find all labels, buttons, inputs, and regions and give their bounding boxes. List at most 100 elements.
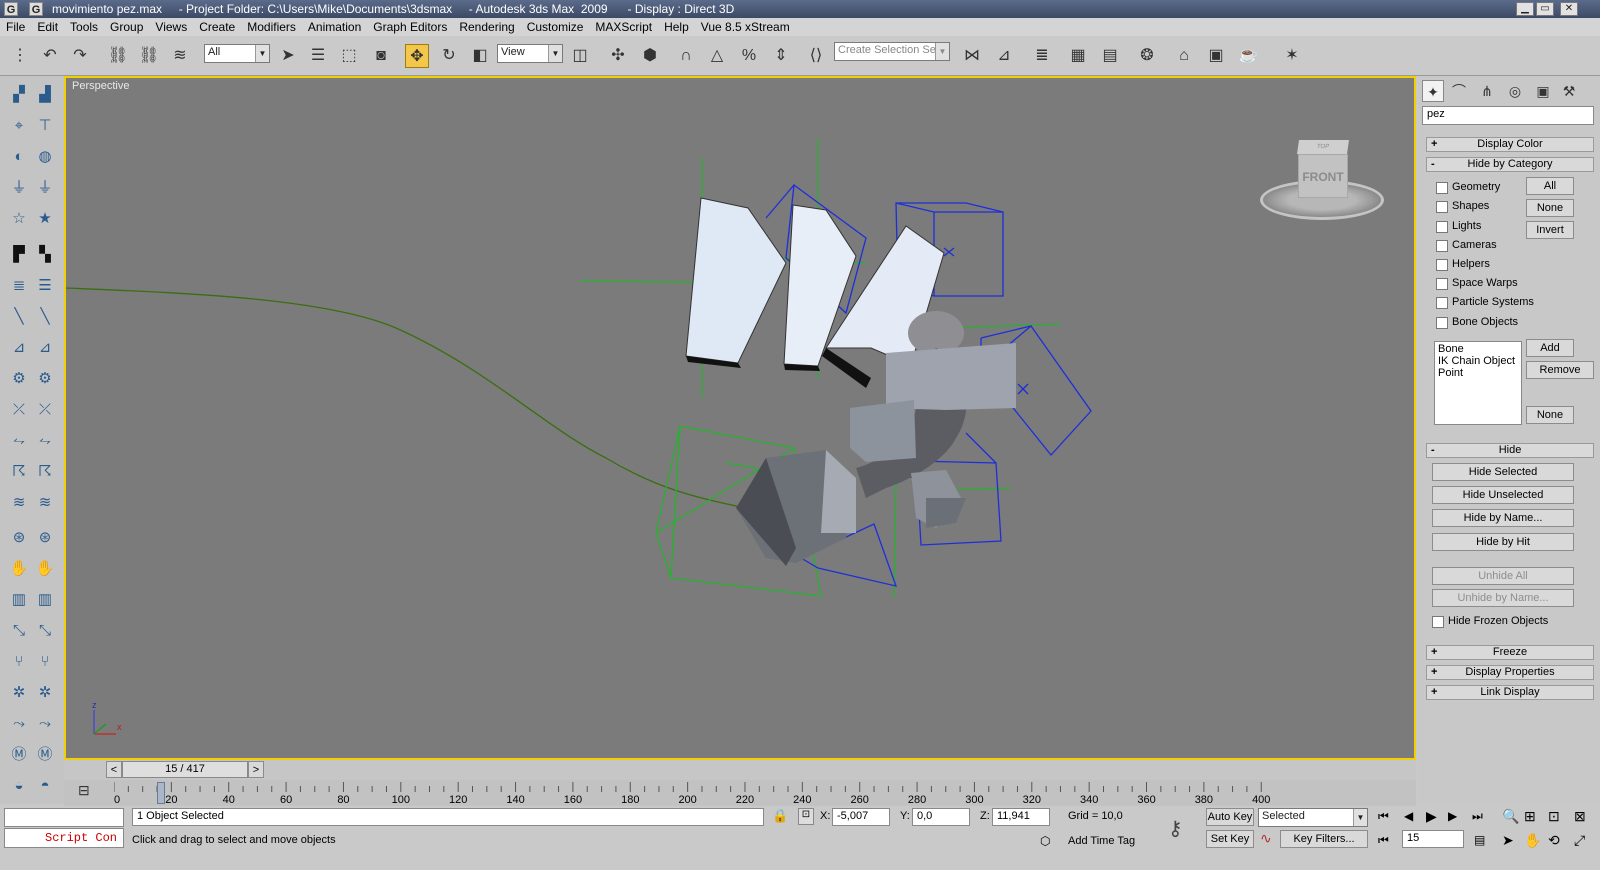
tool-icon-3[interactable]: ⌖ <box>8 115 30 137</box>
tool-icon-42[interactable]: ⤳ <box>34 713 56 735</box>
current-frame-field[interactable]: 15 <box>1402 830 1464 848</box>
auto-key-button[interactable]: Auto Key <box>1206 808 1254 826</box>
key-mode-dropdown[interactable]: Selected ▼ <box>1258 808 1368 827</box>
select-and-rotate-icon[interactable]: ↻ <box>437 44 461 68</box>
checkbox-lights[interactable] <box>1436 221 1448 233</box>
previous-frame-icon[interactable]: ◀ <box>1404 809 1413 823</box>
snaps-toggle-icon[interactable]: ∩ <box>674 44 698 68</box>
reference-coordinate-dropdown[interactable]: View ▼ <box>497 44 563 63</box>
checkbox-geometry[interactable] <box>1436 182 1448 194</box>
tool-icon-8[interactable]: ⏚ <box>34 177 56 199</box>
hide-unselected-button[interactable]: Hide Unselected <box>1432 486 1574 504</box>
layer-manager-icon[interactable]: ≣ <box>1030 44 1054 68</box>
checkbox-particle-systems[interactable] <box>1436 297 1448 309</box>
maximize-viewport-icon[interactable]: ⤢ <box>1574 832 1585 849</box>
unhide-all-button[interactable]: Unhide All <box>1432 567 1574 585</box>
checkbox-shapes[interactable] <box>1436 201 1448 213</box>
tool-icon-24[interactable]: ⥊ <box>34 430 56 452</box>
named-selection-sets-dropdown[interactable]: Create Selection Set ▼ <box>834 42 950 61</box>
tool-icon-32[interactable]: ✋ <box>34 558 56 580</box>
tool-icon-45[interactable]: ◒ <box>8 775 30 797</box>
next-frame-icon[interactable]: ▶ <box>1448 809 1457 823</box>
play-icon[interactable]: ▶ <box>1426 808 1437 825</box>
viewcube-top-face[interactable]: TOP <box>1297 140 1349 154</box>
go-to-start-icon[interactable]: ⏮ <box>1378 809 1389 824</box>
list-none-button[interactable]: None <box>1526 406 1574 424</box>
select-and-link-icon[interactable]: ⛓ <box>106 44 130 68</box>
prev-frame-arrow[interactable]: < <box>106 761 122 778</box>
window-crossing-icon[interactable]: ◙ <box>369 44 393 68</box>
tool-icon-9[interactable]: ☆ <box>8 208 30 230</box>
orbit-icon[interactable]: ⟲ <box>1548 832 1560 849</box>
tool-icon-19[interactable]: ⚙ <box>8 368 30 390</box>
checkbox-space-warps[interactable] <box>1436 278 1448 290</box>
maximize-button[interactable]: ▭ <box>1536 2 1554 16</box>
key-filters-button[interactable]: Key Filters... <box>1280 830 1368 848</box>
hide-by-name-button[interactable]: Hide by Name... <box>1432 509 1574 527</box>
tool-icon-6[interactable]: ◍ <box>34 146 56 168</box>
add-time-tag[interactable]: Add Time Tag <box>1068 835 1135 847</box>
maxscript-mini-listener[interactable]: Script Con <box>4 828 124 848</box>
curve-icon[interactable]: ∿ <box>1260 830 1272 847</box>
tool-icon-10[interactable]: ★ <box>34 208 56 230</box>
menu-group[interactable]: Group <box>104 18 149 34</box>
tool-icon-12[interactable]: ▚ <box>34 244 56 266</box>
tool-icon-25[interactable]: ☈ <box>8 461 30 483</box>
tool-icon-1[interactable]: ▞ <box>8 84 30 106</box>
rollout-display-properties[interactable]: + Display Properties <box>1426 665 1594 680</box>
track-view-toggle-icon[interactable]: ⊟ <box>78 782 98 802</box>
field-of-view-icon[interactable]: ➤ <box>1502 832 1514 849</box>
list-item[interactable]: Bone <box>1438 343 1518 355</box>
tool-icon-36[interactable]: ⤡ <box>34 620 56 642</box>
zoom-icon[interactable]: 🔍 <box>1502 808 1519 825</box>
tool-icon-37[interactable]: ⑂ <box>8 651 30 673</box>
zoom-extents-icon[interactable]: ⊡ <box>1548 808 1560 825</box>
tool-icon-11[interactable]: ▛ <box>8 244 30 266</box>
go-to-end-icon[interactable]: ⏭ <box>1472 809 1483 824</box>
tool-icon-7[interactable]: ⏚ <box>8 177 30 199</box>
select-object-icon[interactable]: ➤ <box>276 44 300 68</box>
absolute-mode-transform-icon[interactable]: ⊡ <box>798 808 814 825</box>
set-key-button[interactable]: Set Key <box>1206 830 1254 848</box>
checkbox-hide-frozen[interactable] <box>1432 616 1444 628</box>
tool-icon-27[interactable]: ≋ <box>8 492 30 514</box>
menu-help[interactable]: Help <box>658 18 695 34</box>
tool-icon-30[interactable]: ⊛ <box>34 527 56 549</box>
track-bar[interactable]: ⊟ 0 20 40 60 80 100 120 140 160 180 200 220 240 260 28… <box>64 780 1416 806</box>
rectangular-selection-icon[interactable]: ⬚ <box>337 44 361 68</box>
selection-filter-dropdown[interactable]: All ▼ <box>204 44 270 63</box>
tool-icon-15[interactable]: ╲ <box>8 306 30 328</box>
time-configuration-icon[interactable]: ▤ <box>1474 833 1485 847</box>
tool-icon-35[interactable]: ⤡ <box>8 620 30 642</box>
menu-graph-editors[interactable]: Graph Editors <box>367 18 453 34</box>
motion-tab-icon[interactable]: ◎ <box>1504 80 1526 102</box>
edit-named-selection-icon[interactable]: ⟨⟩ <box>804 44 828 68</box>
menu-edit[interactable]: Edit <box>31 18 64 34</box>
zoom-all-icon[interactable]: ⊞ <box>1524 808 1536 825</box>
hide-selected-button[interactable]: Hide Selected <box>1432 463 1574 481</box>
display-tab-icon[interactable]: ▣ <box>1532 80 1554 102</box>
z-coordinate-field[interactable]: 11,941 <box>992 808 1050 826</box>
tool-icon-22[interactable]: ⤫ <box>34 399 56 421</box>
app-logo-icon[interactable]: G <box>4 2 18 16</box>
mirror-icon[interactable]: ⋈ <box>960 44 984 68</box>
next-frame-arrow[interactable]: > <box>248 761 264 778</box>
rollout-freeze[interactable]: + Freeze <box>1426 645 1594 660</box>
tool-icon-23[interactable]: ⥊ <box>8 430 30 452</box>
keyboard-shortcut-override-icon[interactable]: ⬢ <box>638 44 662 68</box>
select-by-name-icon[interactable]: ☰ <box>306 44 330 68</box>
category-list[interactable]: Bone IK Chain Object Point <box>1434 341 1522 425</box>
close-button[interactable]: ✕ <box>1560 2 1578 16</box>
tool-icon-46[interactable]: ◓ <box>34 775 56 797</box>
tool-icon-26[interactable]: ☈ <box>34 461 56 483</box>
maxscript-listener-top[interactable] <box>4 808 124 827</box>
hierarchy-tab-icon[interactable]: ⋔ <box>1476 80 1498 102</box>
tool-icon-13[interactable]: ≣ <box>8 275 30 297</box>
tool-icon-2[interactable]: ▟ <box>34 84 56 106</box>
tool-icon-14[interactable]: ☰ <box>34 275 56 297</box>
menu-rendering[interactable]: Rendering <box>453 18 520 34</box>
rollout-hide[interactable]: - Hide <box>1426 443 1594 458</box>
set-keys-key-icon[interactable]: ⚷ <box>1168 816 1183 841</box>
utilities-tab-icon[interactable]: ⚒ <box>1558 80 1580 102</box>
list-add-button[interactable]: Add <box>1526 339 1574 357</box>
